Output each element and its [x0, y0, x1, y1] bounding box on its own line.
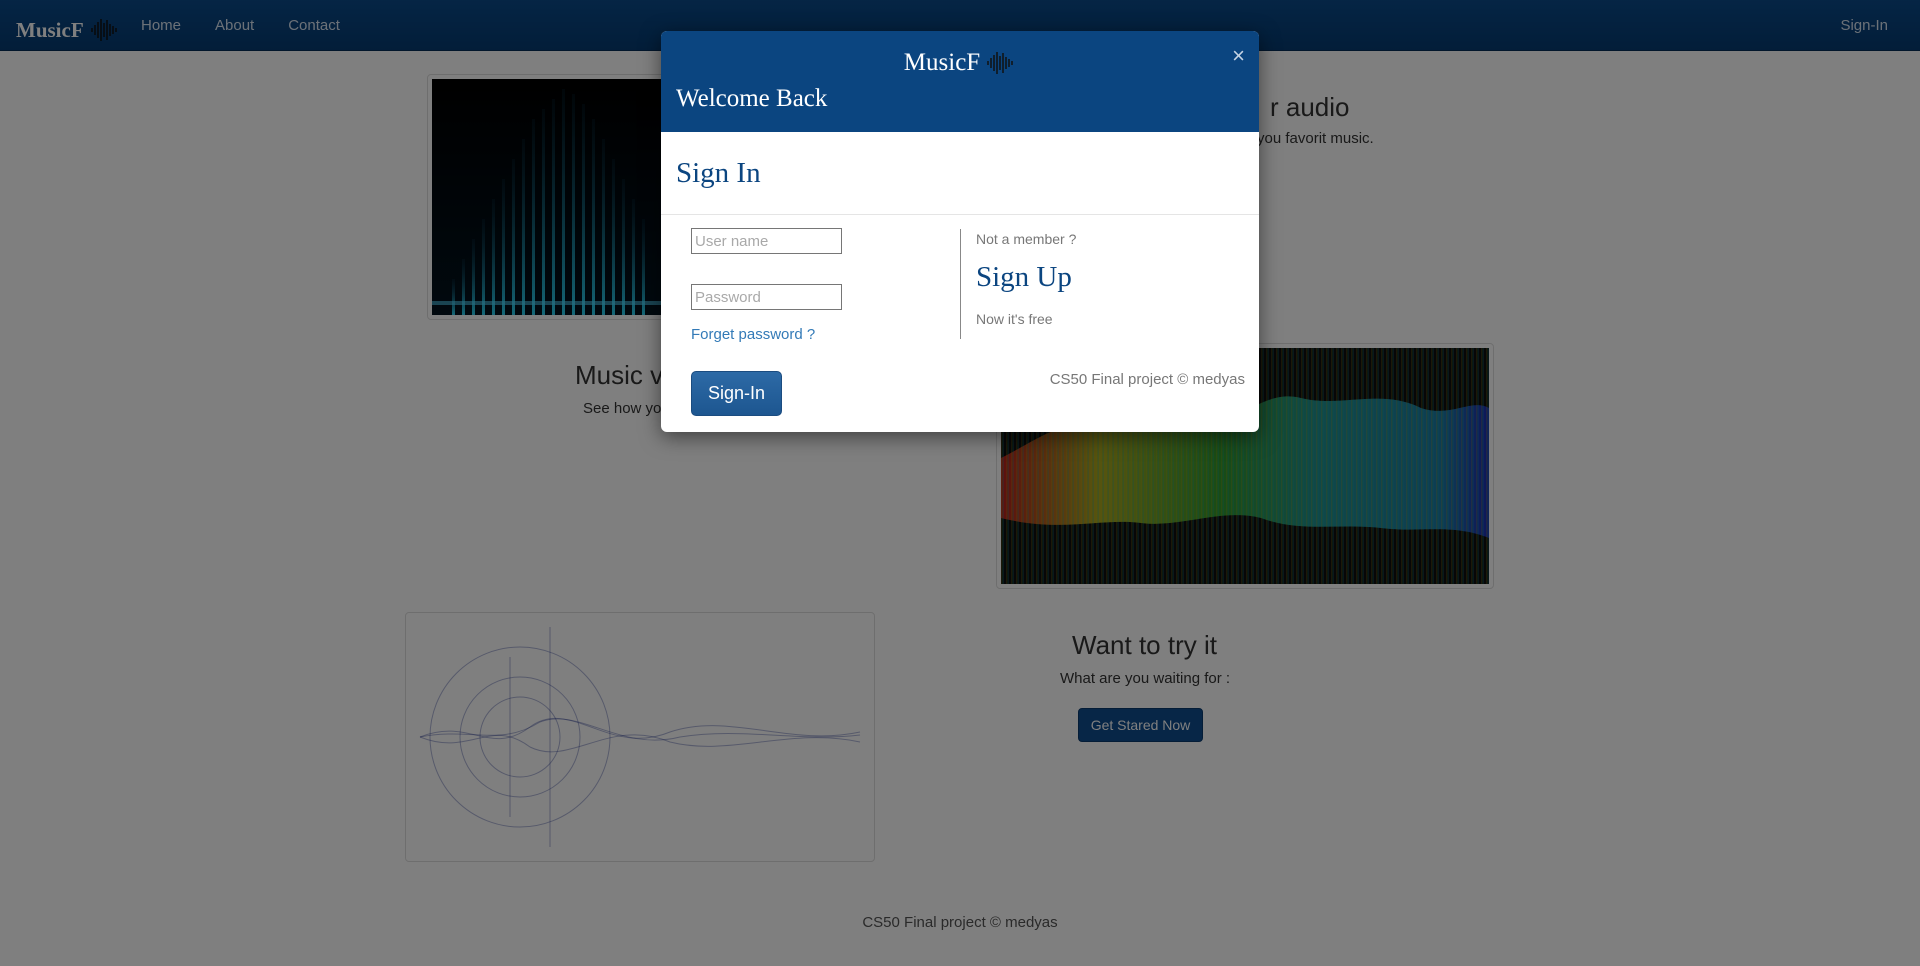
modal-header: MusicF × Welcome Back: [661, 31, 1259, 132]
modal-welcome-title: Welcome Back: [676, 85, 828, 112]
sound-wave-icon: [987, 52, 1013, 74]
free-text: Now it's free: [976, 311, 1053, 327]
vertical-divider: [960, 229, 961, 339]
signin-heading: Sign In: [676, 157, 761, 189]
modal-brand-name: MusicF: [903, 49, 981, 76]
password-input[interactable]: [691, 284, 842, 310]
username-input[interactable]: [691, 228, 842, 254]
close-icon[interactable]: ×: [1232, 43, 1245, 69]
signin-button[interactable]: Sign-In: [691, 371, 782, 416]
forget-password-link[interactable]: Forget password ?: [691, 326, 815, 343]
modal-brand: MusicF: [661, 49, 1259, 77]
signin-modal: MusicF × Welcome Back Sign In Forget pas…: [661, 31, 1259, 432]
modal-copyright: CS50 Final project © medyas: [1049, 371, 1245, 388]
not-member-text: Not a member ?: [976, 231, 1077, 247]
modal-divider: [661, 214, 1259, 215]
signup-link[interactable]: Sign Up: [976, 261, 1072, 294]
